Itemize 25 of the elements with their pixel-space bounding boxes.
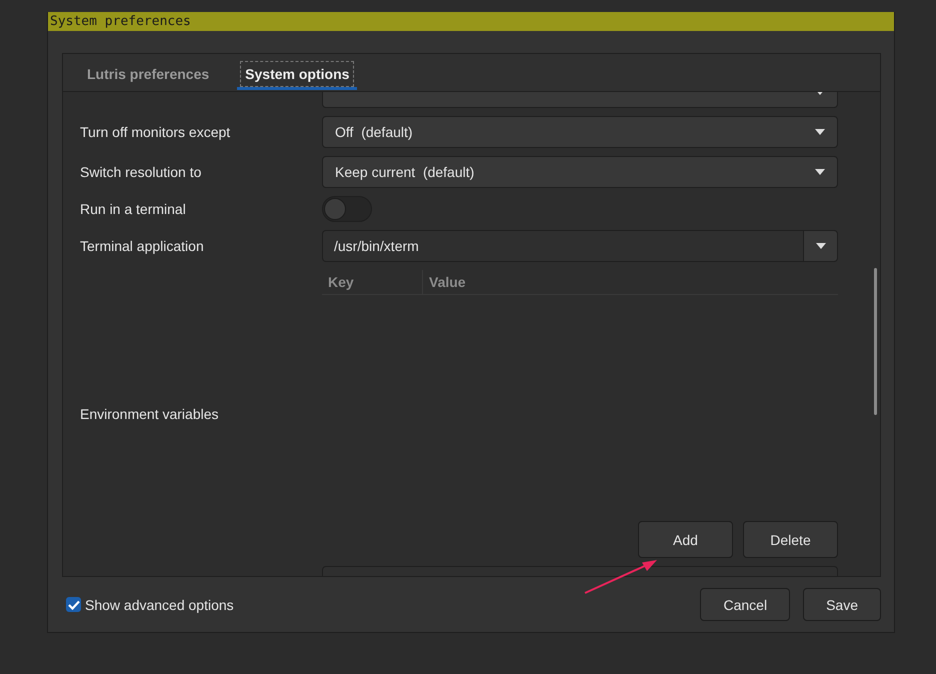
dropdown-button[interactable] xyxy=(803,230,838,262)
table-button[interactable]: Delete xyxy=(743,521,838,558)
option-label: Terminal application xyxy=(80,238,205,254)
column-header[interactable]: Value xyxy=(423,270,472,294)
option-label: Turn off monitors except xyxy=(80,124,232,140)
table-button[interactable]: Add xyxy=(638,521,733,558)
column-header[interactable]: Key xyxy=(322,270,423,294)
caret-icon xyxy=(816,243,826,249)
window-title: System preferences xyxy=(48,12,894,31)
option-label: Run in a terminal xyxy=(80,201,187,217)
caret-icon xyxy=(815,169,825,175)
option-label: Environment variables xyxy=(80,406,220,422)
option-label: Switch resolution to xyxy=(80,164,202,180)
toggle-switch[interactable] xyxy=(322,196,372,222)
caret-icon xyxy=(815,129,825,135)
dropdown[interactable]: Keep current (default) xyxy=(322,156,838,188)
dialog-button[interactable]: Cancel xyxy=(700,588,790,621)
tab[interactable]: Lutris preferences xyxy=(79,58,218,90)
scrollbar[interactable] xyxy=(874,268,877,415)
dialog-button[interactable]: Save xyxy=(803,588,881,621)
checkbox[interactable] xyxy=(66,597,81,612)
checkbox-label: Show advanced options xyxy=(85,596,234,612)
tab[interactable]: System options xyxy=(237,58,358,90)
dropdown[interactable]: Off (default) xyxy=(322,116,838,148)
input-field[interactable]: /usr/bin/xterm xyxy=(322,230,803,262)
